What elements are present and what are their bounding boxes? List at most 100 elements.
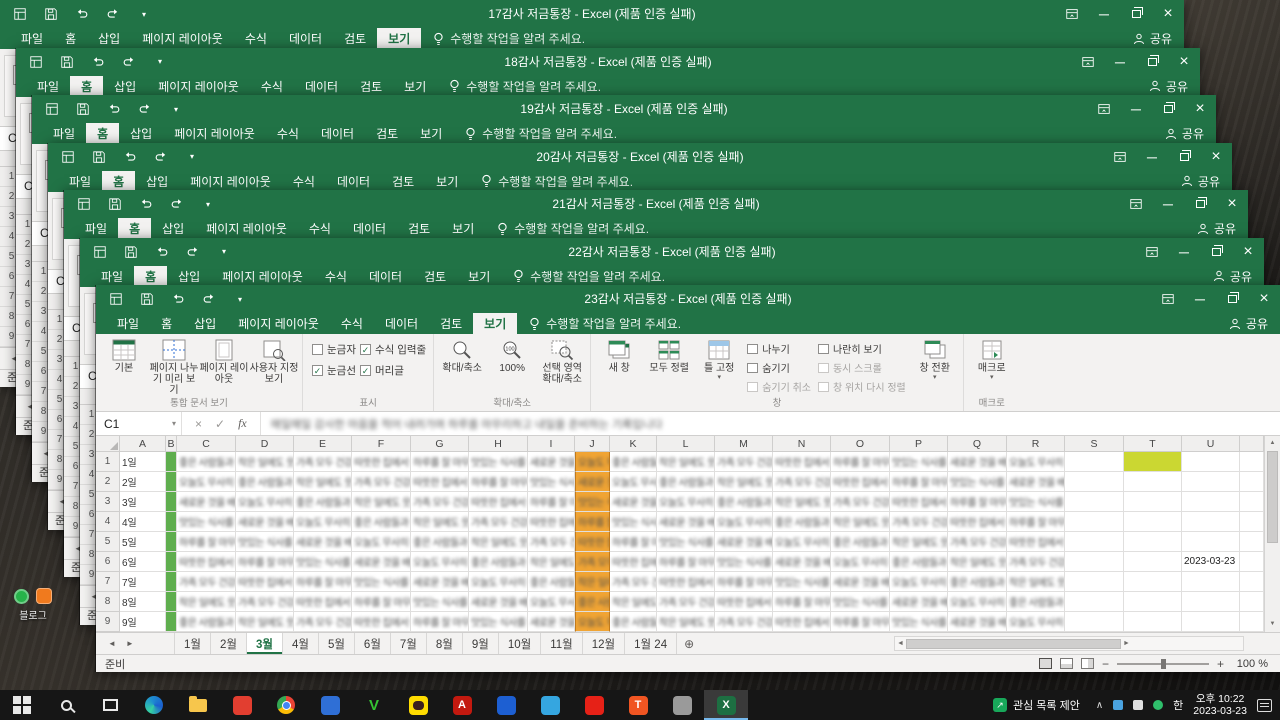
cancel-icon[interactable]: × xyxy=(195,417,202,431)
cell-U8[interactable] xyxy=(1182,592,1240,612)
cell-I2[interactable]: 맛있는 식사를 할 수 있어서 감사합니다 xyxy=(528,472,575,492)
cell-G3[interactable]: 가족 모두 건강하게 지낼 수 있음에 감사합니다 xyxy=(411,492,469,512)
sheet-nav-left-icon[interactable]: ◄ xyxy=(108,639,116,648)
gray-app[interactable] xyxy=(660,690,704,720)
cell-A1[interactable]: 1일 xyxy=(120,452,166,472)
window-option-button[interactable]: 나누기 xyxy=(747,340,811,357)
window-option-button[interactable]: 동시 스크롤 xyxy=(817,359,906,376)
sheet-tab-6[interactable]: 6월 xyxy=(355,633,391,654)
cell-Q5[interactable]: 가족 모두 건강하게 지낼 수 있음에 감사합니다 xyxy=(948,532,1007,552)
undo-icon[interactable] xyxy=(90,54,106,70)
column-header-G[interactable]: G xyxy=(411,436,469,452)
cell-G8[interactable]: 맛있는 식사를 할 수 있어서 감사합니다 xyxy=(411,592,469,612)
sheet-tab-4[interactable]: 4월 xyxy=(283,633,319,654)
cell-U4[interactable] xyxy=(1182,512,1240,532)
cell-I8[interactable]: 오늘도 무사히 하루를 보낼 수 있어서 감사합니다 xyxy=(528,592,575,612)
ribbon-tab-7[interactable]: 보기 xyxy=(393,76,437,97)
ribbon-tab-1[interactable]: 홈 xyxy=(102,170,136,192)
cell-T5[interactable] xyxy=(1124,532,1182,552)
qat-customize-icon[interactable]: ▾ xyxy=(136,6,152,22)
share-button[interactable]: 공유 xyxy=(1197,218,1236,239)
cell-G4[interactable]: 작은 일에도 웃을 수 있어서 감사합니다 xyxy=(411,512,469,532)
cell-N7[interactable]: 맛있는 식사를 할 수 있어서 감사합니다 xyxy=(773,572,831,592)
save-icon[interactable] xyxy=(43,6,59,22)
cell-I4[interactable]: 따뜻한 집에서 쉴 수 있어서 감사합니다 xyxy=(528,512,575,532)
save-icon[interactable] xyxy=(91,149,107,165)
sheet-nav-right-icon[interactable]: ► xyxy=(126,639,134,648)
custom-views-button[interactable]: 사용자 지정 보기 xyxy=(249,335,299,385)
cell-A6[interactable]: 6일 xyxy=(120,552,166,572)
cell-T9[interactable] xyxy=(1124,612,1182,632)
cell-J9[interactable]: 오늘도 무사히 하루를 보낼 수 있어서 감사합니다 xyxy=(575,612,610,632)
ribbon-tab-5[interactable]: 데이터 xyxy=(374,313,429,334)
cell-H4[interactable]: 가족 모두 건강하게 지낼 수 있음에 감사합니다 xyxy=(469,512,528,532)
cell-A4[interactable]: 4일 xyxy=(120,512,166,532)
redo-icon[interactable] xyxy=(153,149,169,165)
tell-me-box[interactable]: 수행할 작업을 알려 주세요. xyxy=(465,123,617,144)
cell-R2[interactable]: 새로운 것을 배울 수 있어서 감사합니다 xyxy=(1007,472,1065,492)
restore-button[interactable] xyxy=(1152,95,1184,123)
column-header-L[interactable]: L xyxy=(657,436,715,452)
cell-E2[interactable]: 작은 일에도 웃을 수 있어서 감사합니다 xyxy=(294,472,352,492)
cell-C6[interactable]: 따뜻한 집에서 쉴 수 있어서 감사합니다 xyxy=(177,552,236,572)
qat-customize-icon[interactable]: ▾ xyxy=(200,196,216,212)
cell-B5[interactable] xyxy=(166,532,177,552)
undo-icon[interactable] xyxy=(138,196,154,212)
cell-F8[interactable]: 하루를 잘 마무리할 수 있어 감사합니다 xyxy=(352,592,411,612)
ribbon-tab-2[interactable]: 삽입 xyxy=(87,28,131,49)
ribbon-tab-5[interactable]: 데이터 xyxy=(310,123,365,144)
sky-app[interactable] xyxy=(528,690,572,720)
cell-K9[interactable]: 좋은 사람들과 함께 일할 수 있어 감사합니다 xyxy=(610,612,657,632)
zoom-level-label[interactable]: 100 % xyxy=(1232,658,1268,670)
ribbon-tab-3[interactable]: 페이지 레이아웃 xyxy=(131,28,234,49)
cell-E7[interactable]: 하루를 잘 마무리할 수 있어 감사합니다 xyxy=(294,572,352,592)
cell-S4[interactable] xyxy=(1065,512,1124,532)
cell-L6[interactable]: 하루를 잘 마무리할 수 있어 감사합니다 xyxy=(657,552,715,572)
tray-app-icon-green[interactable] xyxy=(1153,700,1164,710)
cell-J2[interactable]: 새로운 것을 배울 수 있어서 감사합니다 xyxy=(575,472,610,492)
cell-D6[interactable]: 하루를 잘 마무리할 수 있어 감사합니다 xyxy=(236,552,294,572)
cell-Q4[interactable]: 따뜻한 집에서 쉴 수 있어서 감사합니다 xyxy=(948,512,1007,532)
cell-U7[interactable] xyxy=(1182,572,1240,592)
scroll-down-icon[interactable]: ▼ xyxy=(1265,617,1280,632)
close-button[interactable]: × xyxy=(1152,0,1184,28)
sheet-tab-7[interactable]: 7월 xyxy=(391,633,427,654)
cell-L7[interactable]: 따뜻한 집에서 쉴 수 있어서 감사합니다 xyxy=(657,572,715,592)
formula-input[interactable]: 매일매일 감사한 마음을 적어 내려가며 하루를 마무리하고 내일을 준비하는 … xyxy=(261,412,1280,435)
page-break-view-icon[interactable] xyxy=(1080,658,1094,669)
cell-M7[interactable]: 하루를 잘 마무리할 수 있어 감사합니다 xyxy=(715,572,773,592)
cell-O6[interactable]: 오늘도 무사히 하루를 보낼 수 있어서 감사합니다 xyxy=(831,552,890,572)
cell-S1[interactable] xyxy=(1065,452,1124,472)
column-header-R[interactable]: R xyxy=(1007,436,1065,452)
switch-windows-button[interactable]: 창 전환 ▾ xyxy=(910,335,960,382)
ribbon-tab-1[interactable]: 홈 xyxy=(70,75,104,97)
ribbon-tab-6[interactable]: 검토 xyxy=(365,123,409,144)
cell-B3[interactable] xyxy=(166,492,177,512)
redo-icon[interactable] xyxy=(137,101,153,117)
cell-S6[interactable] xyxy=(1065,552,1124,572)
cell-N5[interactable]: 오늘도 무사히 하루를 보낼 수 있어서 감사합니다 xyxy=(773,532,831,552)
tell-me-box[interactable]: 수행할 작업을 알려 주세요. xyxy=(449,76,601,97)
cell-S9[interactable] xyxy=(1065,612,1124,632)
cell-Q6[interactable]: 작은 일에도 웃을 수 있어서 감사합니다 xyxy=(948,552,1007,572)
cell-N2[interactable]: 가족 모두 건강하게 지낼 수 있음에 감사합니다 xyxy=(773,472,831,492)
row-header-2[interactable]: 2 xyxy=(96,472,120,492)
cell-T6[interactable] xyxy=(1124,552,1182,572)
cell-J7[interactable]: 작은 일에도 웃을 수 있어서 감사합니다 xyxy=(575,572,610,592)
cell-E9[interactable]: 가족 모두 건강하게 지낼 수 있음에 감사합니다 xyxy=(294,612,352,632)
cell-K3[interactable]: 새로운 것을 배울 수 있어서 감사합니다 xyxy=(610,492,657,512)
close-button[interactable]: × xyxy=(1248,285,1280,313)
ribbon-tab-1[interactable]: 홈 xyxy=(150,313,183,334)
column-header-O[interactable]: O xyxy=(831,436,890,452)
save-icon[interactable] xyxy=(123,244,139,260)
cell-S3[interactable] xyxy=(1065,492,1124,512)
titlebar[interactable]: ▾ 21감사 저금통장 - Excel (제품 인증 실패) ─ × xyxy=(64,190,1248,218)
kakaotalk[interactable] xyxy=(396,690,440,720)
cell-R3[interactable]: 맛있는 식사를 할 수 있어서 감사합니다 xyxy=(1007,492,1065,512)
cell-G9[interactable]: 하루를 잘 마무리할 수 있어 감사합니다 xyxy=(411,612,469,632)
ribbon-tab-3[interactable]: 페이지 레이아웃 xyxy=(227,313,330,334)
sheet-tab-10[interactable]: 10월 xyxy=(499,633,542,654)
taskbar-clock[interactable]: 오후 10:22 2023-03-23 xyxy=(1193,693,1247,717)
ribbon-tab-4[interactable]: 수식 xyxy=(266,123,310,144)
undo-icon[interactable] xyxy=(74,6,90,22)
